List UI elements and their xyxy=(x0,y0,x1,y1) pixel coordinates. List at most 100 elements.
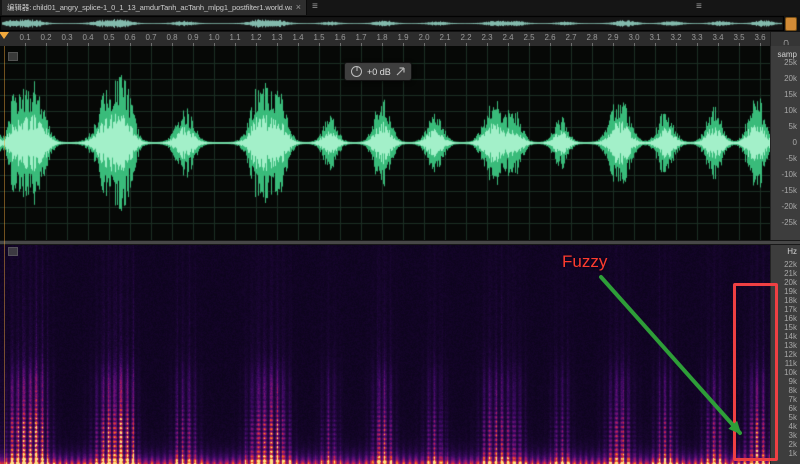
ruler-tick-label: 2.0 xyxy=(418,33,429,42)
ruler-tick-label: 1.8 xyxy=(376,33,387,42)
ruler-tick-labels: 0.1 0.2 0.3 0.4 0.5 0.6 0.7 0.8 0.9 1.0 1.1 1.2 1.3 1… xyxy=(0,32,770,46)
panel-menu-icon-right[interactable]: ≡ xyxy=(691,0,707,14)
timeline-ruler[interactable]: 0.1 0.2 0.3 0.4 0.5 0.6 0.7 0.8 0.9 1.0 1.1 1.2 1.3 1… xyxy=(0,32,800,47)
amplitude-tick-label: 20k xyxy=(784,75,797,83)
frequency-tick-label: 21k xyxy=(784,270,797,278)
ruler-tick-label: 2.1 xyxy=(439,33,450,42)
gain-value: +0 dB xyxy=(367,67,391,77)
panel-menu-icon[interactable]: ≡ xyxy=(307,0,323,15)
ruler-tick-label: 1.9 xyxy=(397,33,408,42)
annotation-box xyxy=(733,283,778,461)
ruler-tick-label: 2.3 xyxy=(481,33,492,42)
gain-knob-icon[interactable] xyxy=(351,66,362,77)
waveform-panel: samp 25k20k15k10k5k0-5k-10k-15k-20k-25k … xyxy=(0,46,800,240)
ruler-tick-label: 0.8 xyxy=(166,33,177,42)
gain-hud[interactable]: +0 dB xyxy=(344,62,412,81)
ruler-tick-label: 1.4 xyxy=(292,33,303,42)
ruler-tick-label: 2.6 xyxy=(544,33,555,42)
ruler-tick-label: 1.5 xyxy=(313,33,324,42)
amplitude-scale[interactable]: samp 25k20k15k10k5k0-5k-10k-15k-20k-25k xyxy=(770,46,800,240)
frequency-tick-label: 13k xyxy=(784,342,797,350)
editor-tab[interactable]: 编辑器: child01_angry_splice-1_0_1_13_amdur… xyxy=(2,0,307,15)
ruler-tick-label: 0.2 xyxy=(40,33,51,42)
tab-filename: child01_angry_splice-1_0_1_13_amdurTanh_… xyxy=(33,3,292,12)
ruler-tick-label: 1.7 xyxy=(355,33,366,42)
tab-panel-name: 编辑器: xyxy=(7,3,31,12)
ruler-tick-label: 0.7 xyxy=(145,33,156,42)
frequency-tick-label: 19k xyxy=(784,288,797,296)
overview-waveform-canvas[interactable] xyxy=(0,16,784,31)
ruler-tick-label: 2.2 xyxy=(460,33,471,42)
frequency-tick-label: 16k xyxy=(784,315,797,323)
annotation-label: Fuzzy xyxy=(562,252,607,272)
hud-expand-icon[interactable] xyxy=(396,67,405,76)
ruler-tick-label: 2.5 xyxy=(523,33,534,42)
frequency-tick-label: 9k xyxy=(789,378,797,386)
ruler-tick-label: 3.1 xyxy=(649,33,660,42)
ruler-tick-label: 1.6 xyxy=(334,33,345,42)
frequency-tick-label: 1k xyxy=(789,450,797,458)
amplitude-tick-label: 5k xyxy=(789,123,797,131)
audio-editor-window: 编辑器: child01_angry_splice-1_0_1_13_amdur… xyxy=(0,0,800,464)
amplitude-tick-label: 0 xyxy=(793,139,797,147)
playhead-line[interactable] xyxy=(4,46,5,464)
ruler-tick-label: 0.4 xyxy=(82,33,93,42)
ruler-tick-label: 3.6 xyxy=(754,33,765,42)
panel-corner-icon[interactable] xyxy=(8,52,18,61)
navigator-handle[interactable] xyxy=(785,17,797,31)
ruler-tick-label: 2.4 xyxy=(502,33,513,42)
frequency-tick-label: 7k xyxy=(789,396,797,404)
amplitude-tick-label: -20k xyxy=(781,203,797,211)
frequency-tick-label: 12k xyxy=(784,351,797,359)
amplitude-tick-label: -25k xyxy=(781,219,797,227)
spectrogram-canvas[interactable] xyxy=(0,243,770,464)
frequency-tick-label: 14k xyxy=(784,333,797,341)
frequency-tick-label: 17k xyxy=(784,306,797,314)
ruler-tick-label: 1.1 xyxy=(229,33,240,42)
frequency-tick-label: 11k xyxy=(785,360,797,368)
amplitude-tick-label: -5k xyxy=(786,155,797,163)
frequency-tick-label: 5k xyxy=(789,414,797,422)
amplitude-tick-label: -10k xyxy=(781,171,797,179)
ruler-tick-label: 3.4 xyxy=(712,33,723,42)
frequency-tick-label: 20k xyxy=(784,279,797,287)
amplitude-tick-label: 10k xyxy=(784,107,797,115)
ruler-tick-label: 0.9 xyxy=(187,33,198,42)
frequency-tick-label: 2k xyxy=(789,441,797,449)
spectrogram-panel: Hz 22k21k20k19k18k17k16k15k14k13k12k11k1… xyxy=(0,243,800,464)
tab-close-icon[interactable]: × xyxy=(296,3,301,12)
frequency-tick-label: 10k xyxy=(784,369,797,377)
ruler-tick-label: 3.5 xyxy=(733,33,744,42)
ruler-tick-label: 3.0 xyxy=(628,33,639,42)
amplitude-tick-label: -15k xyxy=(781,187,797,195)
tab-bar: 编辑器: child01_angry_splice-1_0_1_13_amdur… xyxy=(0,0,800,16)
panel-splitter[interactable] xyxy=(0,240,800,245)
ruler-tick-label: 3.2 xyxy=(670,33,681,42)
ruler-tick-label: 3.3 xyxy=(691,33,702,42)
ruler-tick-label: 2.8 xyxy=(586,33,597,42)
frequency-tick-label: 8k xyxy=(789,387,797,395)
amplitude-tick-label: 25k xyxy=(784,59,797,67)
ruler-tick-label: 0.5 xyxy=(103,33,114,42)
tab-title: 编辑器: child01_angry_splice-1_0_1_13_amdur… xyxy=(7,2,292,13)
frequency-tick-label: 3k xyxy=(789,432,797,440)
playhead-caret[interactable] xyxy=(0,32,9,39)
zoom-navigator[interactable] xyxy=(0,15,800,33)
amplitude-tick-label: 15k xyxy=(784,91,797,99)
ruler-tick-label: 0.3 xyxy=(61,33,72,42)
frequency-tick-label: 15k xyxy=(784,324,797,332)
ruler-options-button[interactable]: ∩ xyxy=(770,32,800,46)
frequency-tick-label: 18k xyxy=(784,297,797,305)
ruler-tick-label: 1.0 xyxy=(208,33,219,42)
panel-corner-icon[interactable] xyxy=(8,247,18,256)
ruler-tick-label: 0.1 xyxy=(19,33,30,42)
frequency-unit-label: Hz xyxy=(787,247,797,256)
ruler-tick-label: 0.6 xyxy=(124,33,135,42)
ruler-tick-label: 2.7 xyxy=(565,33,576,42)
frequency-tick-label: 22k xyxy=(784,261,797,269)
frequency-tick-label: 6k xyxy=(789,405,797,413)
ruler-tick-label: 1.2 xyxy=(250,33,261,42)
ruler-tick-label: 2.9 xyxy=(607,33,618,42)
ruler-tick-label: 1.3 xyxy=(271,33,282,42)
frequency-tick-label: 4k xyxy=(789,423,797,431)
